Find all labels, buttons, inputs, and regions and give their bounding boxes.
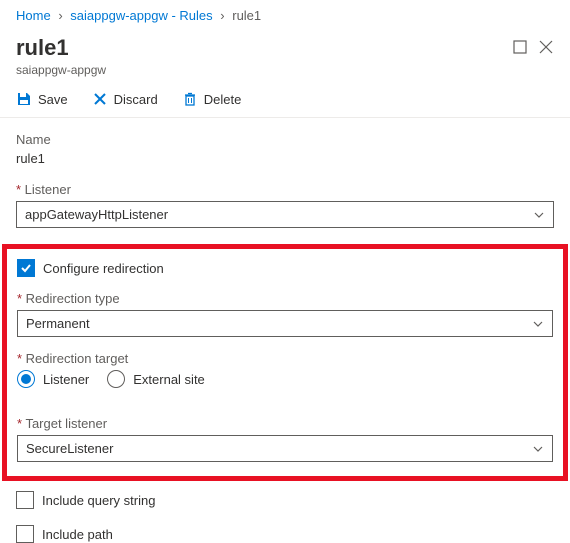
chevron-right-icon: › [58, 8, 62, 23]
redirection-type-value: Permanent [26, 316, 90, 331]
listener-label: Listener [16, 182, 554, 197]
redirection-target-listener-radio[interactable]: Listener [17, 370, 89, 388]
breadcrumb: Home › saiappgw-appgw - Rules › rule1 [0, 0, 570, 31]
listener-select[interactable]: appGatewayHttpListener [16, 201, 554, 228]
name-value: rule1 [16, 151, 554, 166]
breadcrumb-current: rule1 [232, 8, 261, 23]
page-title: rule1 [16, 35, 106, 61]
save-button[interactable]: Save [16, 91, 68, 107]
chevron-down-icon [532, 318, 544, 330]
delete-label: Delete [204, 92, 242, 107]
chevron-down-icon [532, 443, 544, 455]
restore-window-icon[interactable] [512, 39, 528, 55]
delete-button[interactable]: Delete [182, 91, 242, 107]
checkbox-checked-icon [17, 259, 35, 277]
discard-icon [92, 91, 108, 107]
checkbox-unchecked-icon [16, 525, 34, 543]
redirection-type-select[interactable]: Permanent [17, 310, 553, 337]
breadcrumb-home[interactable]: Home [16, 8, 51, 23]
target-listener-select[interactable]: SecureListener [17, 435, 553, 462]
delete-icon [182, 91, 198, 107]
redirection-target-label: Redirection target [17, 351, 553, 366]
checkbox-unchecked-icon [16, 491, 34, 509]
page-header: rule1 saiappgw-appgw [0, 31, 570, 85]
configure-redirection-label: Configure redirection [43, 261, 164, 276]
redirection-type-label: Redirection type [17, 291, 553, 306]
redirection-highlight: Configure redirection Redirection type P… [2, 244, 568, 481]
configure-redirection-checkbox[interactable]: Configure redirection [17, 259, 553, 277]
include-path-label: Include path [42, 527, 113, 542]
toolbar: Save Discard Delete [0, 85, 570, 118]
radio-unselected-icon [107, 370, 125, 388]
page-subtitle: saiappgw-appgw [16, 63, 106, 77]
discard-label: Discard [114, 92, 158, 107]
listener-value: appGatewayHttpListener [25, 207, 168, 222]
radio-selected-icon [17, 370, 35, 388]
target-listener-label: Target listener [17, 416, 553, 431]
close-icon[interactable] [538, 39, 554, 55]
save-label: Save [38, 92, 68, 107]
save-icon [16, 91, 32, 107]
discard-button[interactable]: Discard [92, 91, 158, 107]
chevron-right-icon: › [220, 8, 224, 23]
include-query-label: Include query string [42, 493, 155, 508]
include-path-checkbox[interactable]: Include path [16, 525, 554, 543]
redirection-target-external-radio[interactable]: External site [107, 370, 205, 388]
radio-external-label: External site [133, 372, 205, 387]
breadcrumb-parent[interactable]: saiappgw-appgw - Rules [70, 8, 212, 23]
include-query-checkbox[interactable]: Include query string [16, 491, 554, 509]
radio-listener-label: Listener [43, 372, 89, 387]
target-listener-value: SecureListener [26, 441, 113, 456]
chevron-down-icon [533, 209, 545, 221]
name-label: Name [16, 132, 554, 147]
